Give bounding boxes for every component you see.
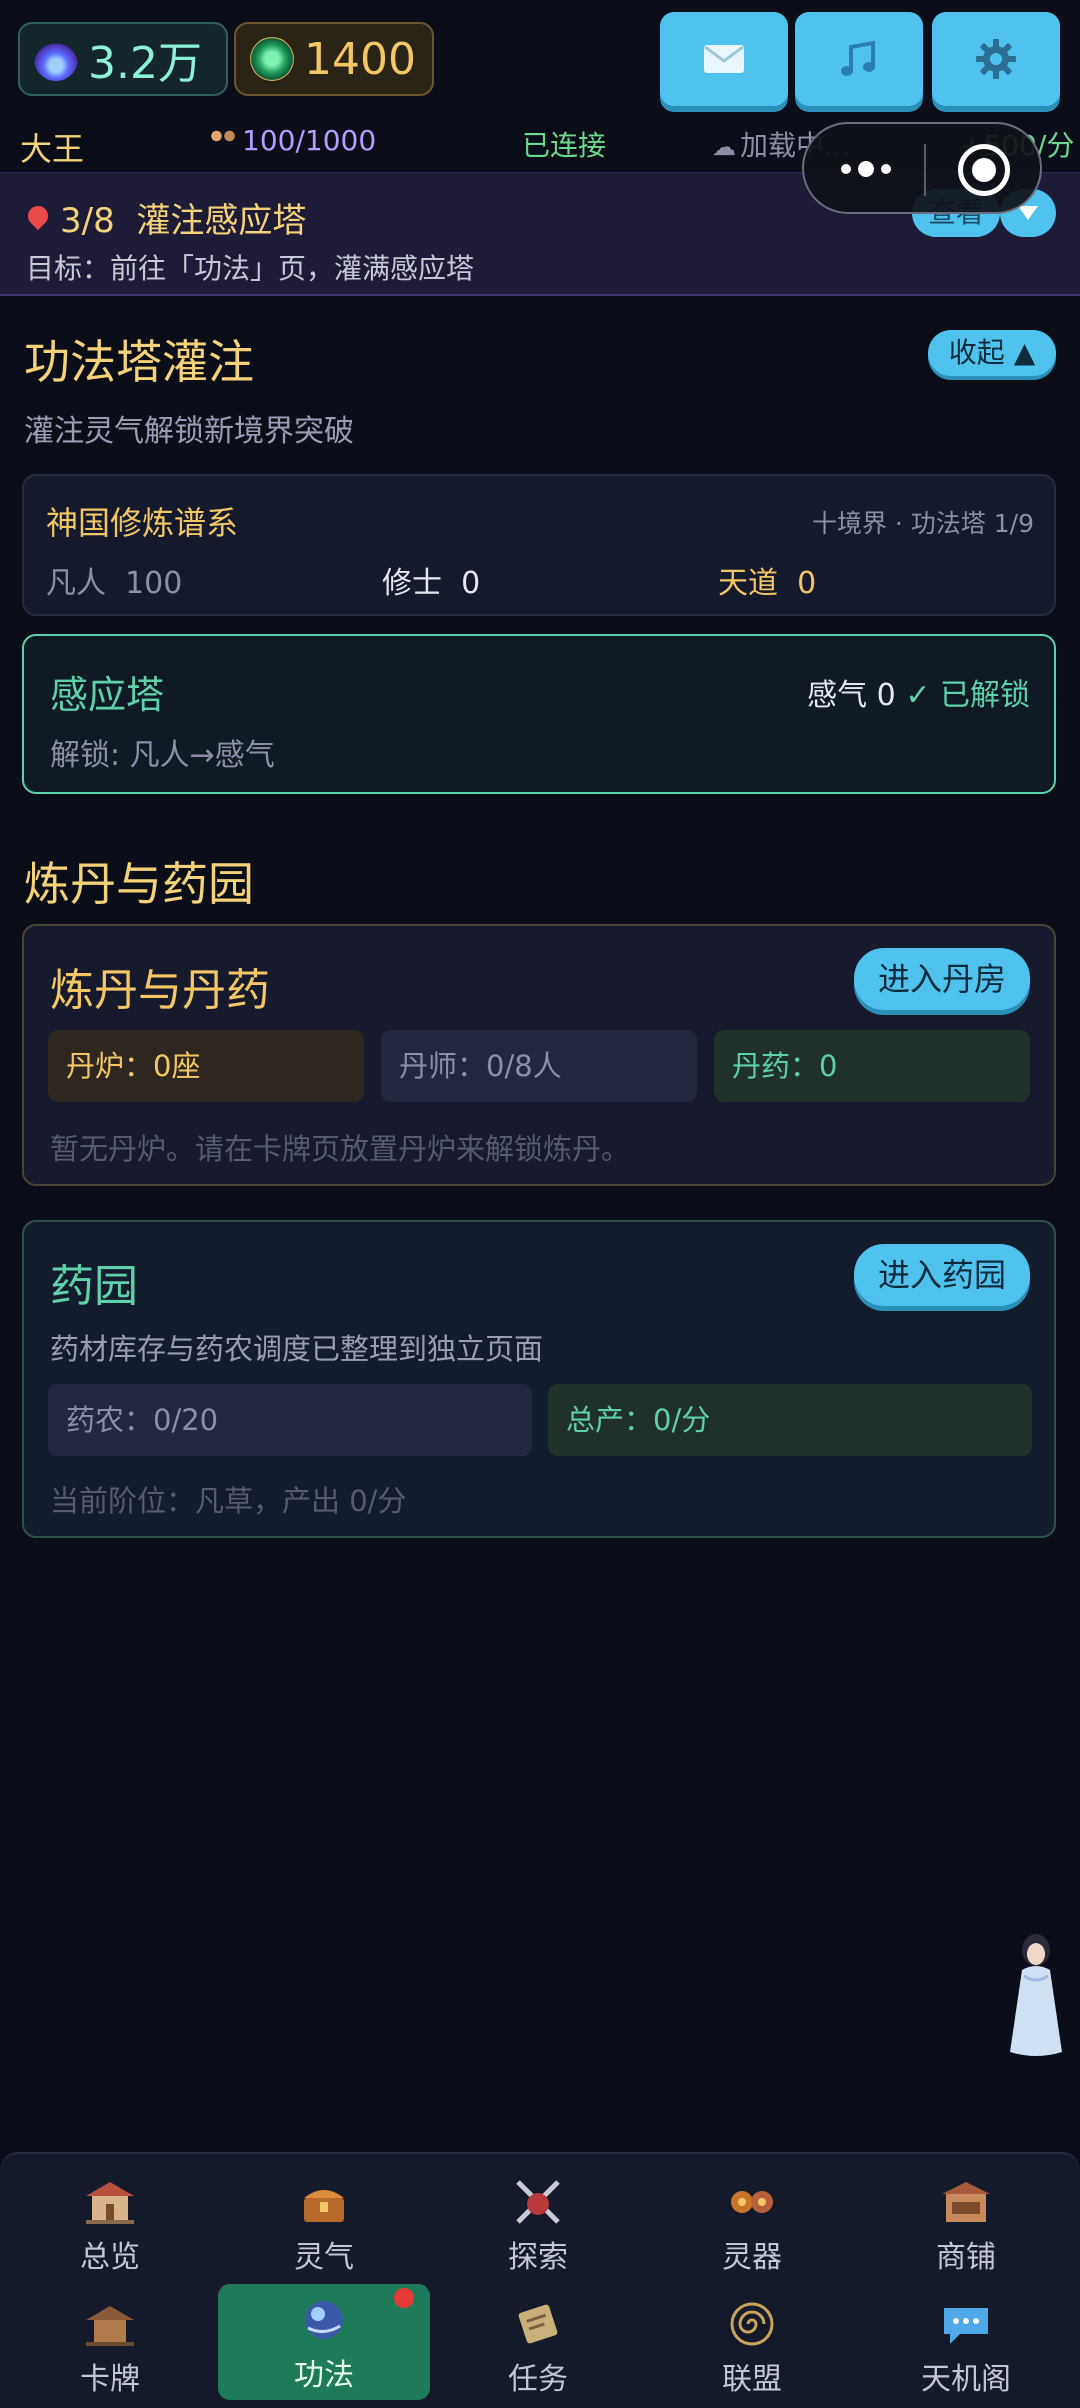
- nav-alliance-label: 联盟: [722, 2362, 782, 2397]
- jade-value: 1400: [304, 33, 416, 85]
- enter-herb-garden-button[interactable]: 进入药园: [854, 1244, 1030, 1306]
- mail-icon: [704, 45, 744, 73]
- nav-shop[interactable]: 商铺: [860, 2166, 1072, 2282]
- jade-coin-icon: [250, 37, 294, 81]
- quest-progress: 3/8: [60, 201, 115, 241]
- capsule-divider: [924, 144, 926, 196]
- nav-oracle[interactable]: 天机阁: [860, 2288, 1072, 2404]
- unlocked-badge: ✓ 已解锁: [905, 678, 1030, 713]
- palace-icon: [86, 2182, 134, 2224]
- crossed-swords-icon: [516, 2180, 560, 2224]
- scroll-icon: [518, 2304, 558, 2344]
- herb-desc: 药材库存与药农调度已整理到独立页面: [50, 1332, 544, 1366]
- nav-alliance[interactable]: 联盟: [646, 2288, 858, 2404]
- music-note-icon: [841, 40, 875, 76]
- lineage-card: 神国修炼谱系 十境界 · 功法塔 1/9 凡人 100 修士 0 天道 0: [22, 474, 1056, 616]
- shop-stall-icon: [942, 2182, 990, 2222]
- tower-unlock: 解锁: 凡人→感气: [50, 738, 275, 773]
- alchemy-note: 暂无丹炉。请在卡牌页放置丹炉来解锁炼丹。: [50, 1132, 631, 1166]
- spirit-flame-icon: [34, 37, 78, 81]
- farmers-chip: 药农：0/20: [48, 1384, 532, 1456]
- quest-goal: 目标：前往「功法」页，灌满感应塔: [26, 252, 475, 285]
- spirit-value: 3.2万: [88, 38, 202, 89]
- nav-artifact-label: 灵器: [722, 2240, 782, 2275]
- nav-artifact[interactable]: 灵器: [646, 2166, 858, 2282]
- pills-chip: 丹药：0: [714, 1030, 1030, 1102]
- induction-tower-card[interactable]: 感应塔 解锁: 凡人→感气 感气 0 ✓ 已解锁: [22, 634, 1056, 794]
- player-name: 大王: [20, 130, 85, 168]
- miniprogram-capsule[interactable]: [802, 122, 1042, 214]
- assistant-avatar[interactable]: [1002, 1920, 1070, 2060]
- spirit-resource[interactable]: 3.2万: [18, 22, 228, 96]
- close-record-icon[interactable]: [958, 144, 1010, 196]
- quest-name: 灌注感应塔: [136, 201, 307, 241]
- alchemy-section-title: 炼丹与药园: [24, 857, 254, 911]
- herb-title: 药园: [50, 1261, 138, 1312]
- herb-garden-card: 药园 进入药园 药材库存与药农调度已整理到独立页面 药农：0/20 总产：0/分…: [22, 1220, 1056, 1538]
- music-button[interactable]: [795, 12, 923, 106]
- output-chip: 总产：0/分: [548, 1384, 1032, 1456]
- stat-mortal: 凡人 100: [46, 566, 183, 601]
- location-pin-icon: [23, 201, 53, 231]
- triangle-up-icon: ▲: [1013, 336, 1036, 369]
- spiral-emblem-icon: [730, 2302, 774, 2346]
- enter-alchemy-button[interactable]: 进入丹房: [854, 948, 1030, 1010]
- nav-skills-label: 功法: [294, 2358, 354, 2393]
- crystal-orb-icon: [305, 2301, 343, 2339]
- nav-explore[interactable]: 探索: [432, 2166, 644, 2282]
- tower-name: 感应塔: [50, 673, 165, 717]
- pavilion-icon: [86, 2306, 134, 2346]
- collapse-button[interactable]: 收起 ▲: [928, 330, 1056, 376]
- lineage-title: 神国修炼谱系: [46, 504, 239, 542]
- population-count: 100/1000: [210, 124, 376, 157]
- nav-spirit[interactable]: 灵气: [218, 2166, 430, 2282]
- nav-skills[interactable]: 功法: [218, 2284, 430, 2400]
- mail-button[interactable]: [660, 12, 788, 106]
- stat-cultivator: 修士 0: [382, 566, 481, 601]
- settings-button[interactable]: [932, 12, 1060, 106]
- nav-shop-label: 商铺: [936, 2240, 996, 2275]
- nav-overview[interactable]: 总览: [4, 2166, 216, 2282]
- tower-section-title: 功法塔灌注: [24, 335, 254, 389]
- furnace-chip: 丹炉：0座: [48, 1030, 364, 1102]
- lineage-meta: 十境界 · 功法塔 1/9: [811, 509, 1034, 538]
- chat-bubble-icon: [944, 2308, 988, 2344]
- gear-icon: [976, 39, 1016, 79]
- stat-heaven: 天道 0: [718, 566, 817, 601]
- jade-resource[interactable]: 1400: [234, 22, 434, 96]
- nav-cards-label: 卡牌: [80, 2362, 140, 2397]
- notification-dot: [394, 2288, 414, 2308]
- nav-spirit-label: 灵气: [294, 2240, 354, 2275]
- connection-status: 已连接: [522, 129, 607, 162]
- treasure-chest-icon: [304, 2190, 344, 2222]
- herb-note: 当前阶位：凡草，产出 0/分: [50, 1484, 407, 1518]
- quest-title: 3/8 灌注感应塔: [23, 193, 307, 242]
- people-icon: [210, 128, 236, 148]
- tower-status: 感气 0 ✓ 已解锁: [807, 678, 1030, 713]
- more-dots-icon[interactable]: [838, 154, 894, 184]
- nav-oracle-label: 天机阁: [921, 2362, 1011, 2397]
- alchemy-card: 炼丹与丹药 进入丹房 丹炉：0座 丹师：0/8人 丹药：0 暂无丹炉。请在卡牌页…: [22, 924, 1056, 1186]
- alchemist-chip: 丹师：0/8人: [381, 1030, 697, 1102]
- nav-overview-label: 总览: [80, 2240, 140, 2275]
- nav-cards[interactable]: 卡牌: [4, 2288, 216, 2404]
- alchemy-title: 炼丹与丹药: [50, 965, 270, 1016]
- cloud-icon: ☁: [712, 133, 736, 161]
- tower-section-subtitle: 灌注灵气解锁新境界突破: [24, 414, 354, 449]
- nav-tasks[interactable]: 任务: [432, 2288, 644, 2404]
- nav-explore-label: 探索: [508, 2240, 568, 2275]
- artifact-icon: [731, 2191, 773, 2213]
- nav-tasks-label: 任务: [508, 2362, 568, 2397]
- bottom-nav: 总览 灵气 探索 灵器 商铺 卡牌 功法 任务 联盟 天机阁: [0, 2152, 1080, 2408]
